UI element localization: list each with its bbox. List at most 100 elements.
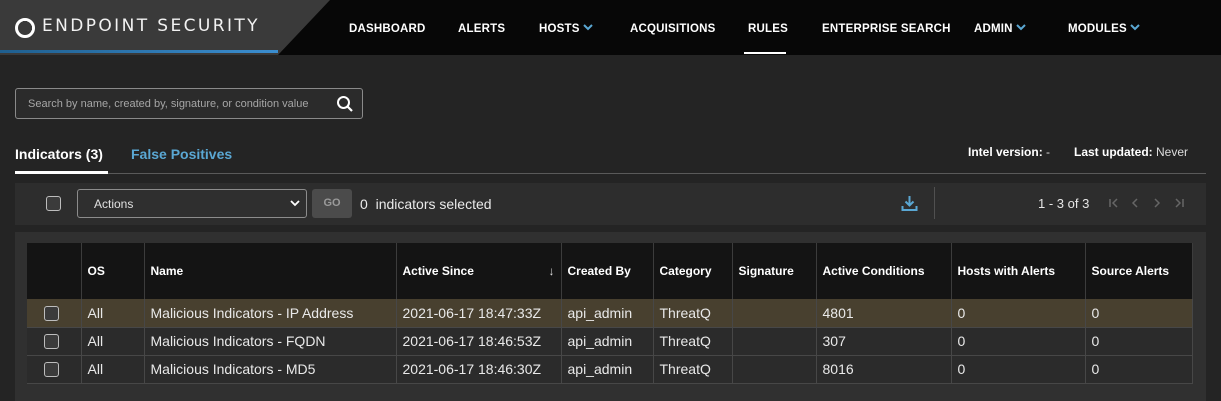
cell-source-alerts: 0 [1085, 327, 1193, 356]
nav-label: ALERTS [458, 23, 506, 35]
cell-created-by: api_admin [561, 299, 654, 328]
search-input[interactable] [16, 89, 326, 118]
active-tab-underline [15, 171, 108, 174]
column-header-created-by[interactable]: Created By [561, 243, 654, 299]
toolbar-divider [934, 187, 935, 219]
cell-hosts-with-alerts: 0 [951, 299, 1086, 328]
cell-source-alerts: 0 [1085, 355, 1193, 384]
column-header-signature[interactable]: Signature [732, 243, 817, 299]
table-row[interactable]: All Malicious Indicators - IP Address 20… [27, 299, 1193, 328]
cell-hosts-with-alerts: 0 [951, 327, 1086, 356]
actions-dropdown-label: Actions [94, 197, 134, 211]
cell-signature [732, 299, 817, 328]
column-header-os[interactable]: OS [81, 243, 145, 299]
last-updated-label: Last updated: [1074, 145, 1153, 159]
cell-active-conditions: 307 [816, 327, 952, 356]
cell-created-by: api_admin [561, 355, 654, 384]
column-header-category[interactable]: Category [653, 243, 733, 299]
nav-label: RULES [748, 23, 788, 35]
nav-active-indicator [744, 52, 786, 54]
nav-label: ACQUISITIONS [630, 23, 716, 35]
go-button[interactable]: GO [312, 189, 352, 218]
cell-signature [732, 355, 817, 384]
nav-item-dashboard[interactable]: DASHBOARD [349, 23, 426, 35]
next-page-icon[interactable] [1151, 197, 1163, 209]
row-checkbox[interactable] [44, 306, 59, 322]
search-icon[interactable] [336, 95, 354, 113]
column-header-name[interactable]: Name [144, 243, 397, 299]
nav-item-admin[interactable]: ADMIN [974, 23, 1026, 35]
column-header-select [27, 243, 82, 299]
chevron-down-icon [1015, 24, 1026, 31]
top-navigation-bar: ENDPOINT SECURITY DASHBOARD ALERTS HOSTS… [0, 0, 1221, 55]
cell-name[interactable]: Malicious Indicators - MD5 [144, 355, 397, 384]
pagination-summary: 1 - 3 of 3 [1038, 196, 1090, 211]
indicators-table: OS Name Active Since ↓ Created By Categor… [27, 243, 1193, 384]
cell-os: All [81, 327, 145, 356]
first-page-icon[interactable] [1108, 197, 1120, 209]
nav-item-modules[interactable]: MODULES [1068, 23, 1140, 35]
column-header-label: Active Since [402, 264, 474, 278]
cell-name[interactable]: Malicious Indicators - IP Address [144, 299, 397, 328]
download-icon[interactable] [900, 194, 919, 213]
nav-item-enterprise-search[interactable]: ENTERPRISE SEARCH [822, 23, 951, 35]
nav-label: DASHBOARD [349, 23, 426, 35]
nav-label: ENTERPRISE SEARCH [822, 23, 951, 35]
actions-dropdown[interactable]: Actions [77, 189, 307, 218]
row-checkbox[interactable] [44, 334, 59, 350]
tab-false-positives[interactable]: False Positives [131, 146, 232, 162]
intel-version-value: - [1046, 145, 1051, 159]
row-checkbox[interactable] [44, 362, 59, 378]
cell-category: ThreatQ [653, 355, 733, 384]
cell-active-conditions: 4801 [816, 299, 952, 328]
last-updated-value: Never [1156, 145, 1189, 159]
column-header-source-alerts[interactable]: Source Alerts [1085, 243, 1193, 299]
cell-name[interactable]: Malicious Indicators - FQDN [144, 327, 397, 356]
row-select-cell [27, 327, 82, 356]
cell-os: All [81, 299, 145, 328]
row-select-cell [27, 355, 82, 384]
cell-active-conditions: 8016 [816, 355, 952, 384]
logo-icon [15, 18, 35, 38]
search-box [15, 88, 363, 119]
intel-version-label: Intel version: [968, 145, 1043, 159]
intel-version: Intel version: - [968, 145, 1050, 159]
cell-active-since: 2021-06-17 18:47:33Z [396, 299, 562, 328]
nav-item-acquisitions[interactable]: ACQUISITIONS [630, 23, 715, 35]
nav-label: HOSTS [539, 23, 580, 35]
nav-item-hosts[interactable]: HOSTS [539, 23, 593, 35]
table-row[interactable]: All Malicious Indicators - MD5 2021-06-1… [27, 355, 1193, 384]
last-page-icon[interactable] [1173, 197, 1185, 209]
cell-active-since: 2021-06-17 18:46:30Z [396, 355, 562, 384]
last-updated: Last updated: Never [1074, 145, 1188, 159]
cell-category: ThreatQ [653, 299, 733, 328]
row-select-cell [27, 299, 82, 328]
column-header-hosts-with-alerts[interactable]: Hosts with Alerts [951, 243, 1086, 299]
nav-item-rules[interactable]: RULES [748, 23, 788, 35]
chevron-down-icon [582, 24, 593, 31]
nav-label: ADMIN [974, 23, 1013, 35]
table-header-row: OS Name Active Since ↓ Created By Categor… [27, 243, 1193, 299]
cell-os: All [81, 355, 145, 384]
cell-created-by: api_admin [561, 327, 654, 356]
chevron-down-icon [1130, 24, 1140, 31]
nav-label: MODULES [1068, 23, 1127, 35]
select-all-checkbox[interactable] [46, 196, 61, 211]
tab-indicators[interactable]: Indicators (3) [15, 146, 103, 162]
chevron-down-icon [290, 200, 300, 207]
app-logo-text[interactable]: ENDPOINT SECURITY [42, 16, 260, 36]
logo-accent-bar [0, 50, 278, 53]
previous-page-icon[interactable] [1129, 197, 1141, 209]
sort-descending-icon: ↓ [548, 264, 555, 278]
cell-source-alerts: 0 [1085, 299, 1193, 328]
column-header-active-conditions[interactable]: Active Conditions [816, 243, 952, 299]
table-row[interactable]: All Malicious Indicators - FQDN 2021-06-… [27, 327, 1193, 356]
cell-signature [732, 327, 817, 356]
tabs-divider [15, 173, 1206, 174]
cell-active-since: 2021-06-17 18:46:53Z [396, 327, 562, 356]
cell-hosts-with-alerts: 0 [951, 355, 1086, 384]
selected-count: 0 [360, 196, 368, 212]
cell-category: ThreatQ [653, 327, 733, 356]
nav-item-alerts[interactable]: ALERTS [458, 23, 505, 35]
column-header-active-since[interactable]: Active Since ↓ [396, 243, 562, 299]
